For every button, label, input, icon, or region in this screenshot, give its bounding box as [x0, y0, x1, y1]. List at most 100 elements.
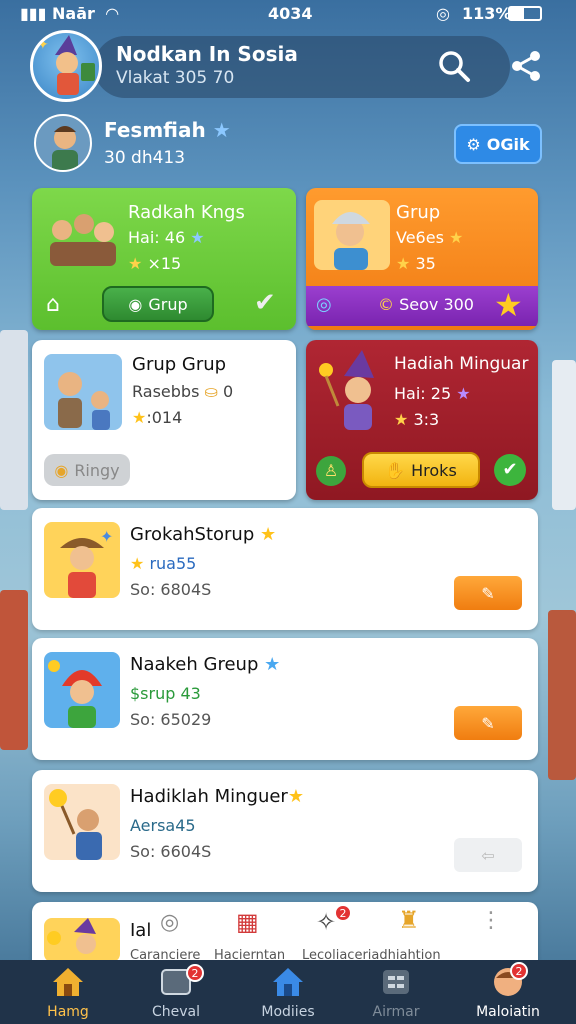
alarm-icon: ◎: [436, 4, 450, 23]
card-title: Radkah Kngs: [128, 202, 245, 223]
nav-label: Cheval: [151, 1004, 200, 1020]
avatar[interactable]: ✦: [30, 30, 102, 102]
group-thumbnail: [44, 652, 120, 728]
card-line-1: Ve6es ★: [396, 228, 464, 247]
star-icon: ★: [128, 254, 143, 273]
card-line-2: ★ 3:3: [394, 410, 440, 429]
share-icon[interactable]: [506, 46, 546, 86]
notification-badge: 2: [510, 962, 528, 980]
group-thumbnail: [44, 918, 120, 960]
profile-count: 30 dh413: [104, 148, 186, 168]
pencil-icon: ⇦: [481, 845, 495, 865]
check-icon[interactable]: ✔: [494, 454, 526, 486]
row-meta: So: 6604S: [130, 842, 212, 861]
group-card-4[interactable]: Hadiah Minguar Hai: 25 ★ ★ 3:3 ♙ ✋ Hroks …: [306, 340, 538, 500]
nav-cheval[interactable]: 2 Cheval: [128, 960, 224, 1024]
bottom-nav: Hamg 2 Cheval Modiies Airmar 2 Maloiatin: [0, 960, 576, 1024]
group-card-1[interactable]: Radkah Kngs Hai: 46 ★ ★ ×15 ⌂ ◉ Grup ✔: [32, 188, 296, 330]
status-bar: ▮▮▮ Naār ◠ 4034 ◎ 113%: [0, 0, 576, 28]
group-thumbnail: [44, 354, 122, 430]
coin-icon: ◎: [316, 294, 332, 315]
bg-house-left: [0, 330, 28, 510]
group-thumbnail: [314, 200, 390, 270]
card-line-2: ★:014: [132, 408, 183, 427]
card-title: Hadiah Minguar: [394, 354, 529, 374]
join-group-button[interactable]: ◉ Grup: [102, 286, 214, 322]
hand-icon: ✋: [385, 460, 406, 480]
house-icon: [271, 966, 305, 998]
bg-roof-right: [548, 610, 576, 780]
reward-bar[interactable]: ◎ © Seov 300 ★: [306, 286, 538, 326]
edit-button-disabled[interactable]: ⇦: [454, 838, 522, 872]
nav-label: Airmar: [372, 1004, 420, 1020]
nav-airmar[interactable]: Airmar: [348, 960, 444, 1024]
bg-house-right: [552, 360, 576, 510]
profile-avatar[interactable]: [34, 114, 92, 172]
row-subtitle: Aersa45: [130, 816, 196, 835]
row-meta: So: 65029: [130, 710, 212, 729]
bg-roof-left: [0, 590, 28, 750]
battery-text: 113%: [462, 4, 512, 23]
group-card-2[interactable]: Grup Ve6es ★ ★ 35 ◎ © Seov 300 ★: [306, 188, 538, 330]
row-label-b: Lecoliaceriadhiahtion: [302, 948, 441, 960]
list-item[interactable]: Naakeh Greup ★ $srup 43 So: 65029 ✎: [32, 638, 538, 760]
home-icon: [51, 966, 85, 998]
list-item[interactable]: Ial ◎ ▦ ✧ 2 ♜ ⋮ Caranciere Hacierntan Le…: [32, 902, 538, 960]
more-icon[interactable]: ⋮: [480, 908, 502, 933]
star-icon: ★: [449, 228, 464, 247]
star-icon: ★: [287, 786, 304, 807]
grid-icon: [379, 966, 413, 998]
group-card-3[interactable]: Grup Grup Rasebbs ⛀ 0 ★:014 ◉ Ringy: [32, 340, 296, 500]
check-icon[interactable]: ✔: [254, 288, 276, 318]
svg-text:✦: ✦: [100, 527, 113, 546]
group-thumbnail: [44, 784, 120, 860]
battery-icon: [508, 6, 542, 21]
settings-button[interactable]: ⚙ OGik: [454, 124, 542, 164]
hroks-button[interactable]: ✋ Hroks: [362, 452, 480, 488]
row-label-a: Hacierntan: [214, 948, 286, 960]
page-subtitle: Vlakat 305 70: [116, 68, 235, 88]
gear-icon: ⚙: [466, 134, 481, 154]
coin-icon: ⛀: [204, 382, 218, 401]
clock-text: 4034: [268, 4, 313, 23]
bottle-icon[interactable]: ♙: [316, 456, 346, 486]
nav-profile[interactable]: 2 Maloiatin: [460, 960, 556, 1024]
star-icon: ★: [396, 254, 411, 273]
row-meta: So: 6804S: [130, 580, 212, 599]
carrier-text: Naār: [52, 4, 95, 23]
row-subtitle: ★ rua55: [130, 554, 197, 573]
card-line-1: Hai: 46 ★: [128, 228, 205, 247]
group-icon: ◉: [128, 294, 143, 314]
page-title: Nodkan In Sosia: [116, 42, 298, 66]
card-line-1: Hai: 25 ★: [394, 384, 471, 403]
card-line-2: ★ ×15: [128, 254, 182, 273]
card-line-1: Rasebbs ⛀ 0: [132, 382, 234, 401]
edit-button[interactable]: ✎: [454, 576, 522, 610]
star-icon: ★: [212, 118, 231, 142]
card-title: Grup: [396, 202, 441, 223]
edit-button[interactable]: ✎: [454, 706, 522, 740]
star-icon: ★: [394, 410, 409, 429]
thumbs-up-icon: ♜: [398, 906, 420, 934]
ringy-button[interactable]: ◉ Ringy: [44, 454, 130, 486]
card-title: Grup Grup: [132, 354, 227, 375]
star-icon: ★: [259, 524, 277, 545]
star-icon: ★: [132, 408, 147, 427]
badge-icon: ◎: [160, 910, 180, 935]
reward-bar-label: © Seov 300: [378, 295, 474, 314]
row-subtitle: Caranciere: [130, 948, 201, 960]
nav-modiies[interactable]: Modiies: [240, 960, 336, 1024]
search-icon[interactable]: [434, 46, 474, 86]
calendar-icon: ▦: [236, 908, 259, 936]
row-title: Naakeh Greup ★: [130, 654, 281, 675]
home-icon[interactable]: ⌂: [46, 292, 60, 317]
wifi-icon: ◠: [106, 4, 119, 23]
signal-icon: ▮▮▮: [20, 4, 47, 23]
nav-label: Maloiatin: [476, 1004, 540, 1020]
nav-home[interactable]: Hamg: [20, 960, 116, 1024]
star-icon: ★: [456, 384, 471, 403]
list-item[interactable]: Hadiklah Minguer★ Aersa45 So: 6604S ⇦: [32, 770, 538, 892]
list-item[interactable]: ✦ GrokahStorup ★ ★ rua55 So: 6804S ✎: [32, 508, 538, 630]
star-icon: ★: [130, 554, 145, 573]
coin-icon: ©: [378, 295, 394, 314]
